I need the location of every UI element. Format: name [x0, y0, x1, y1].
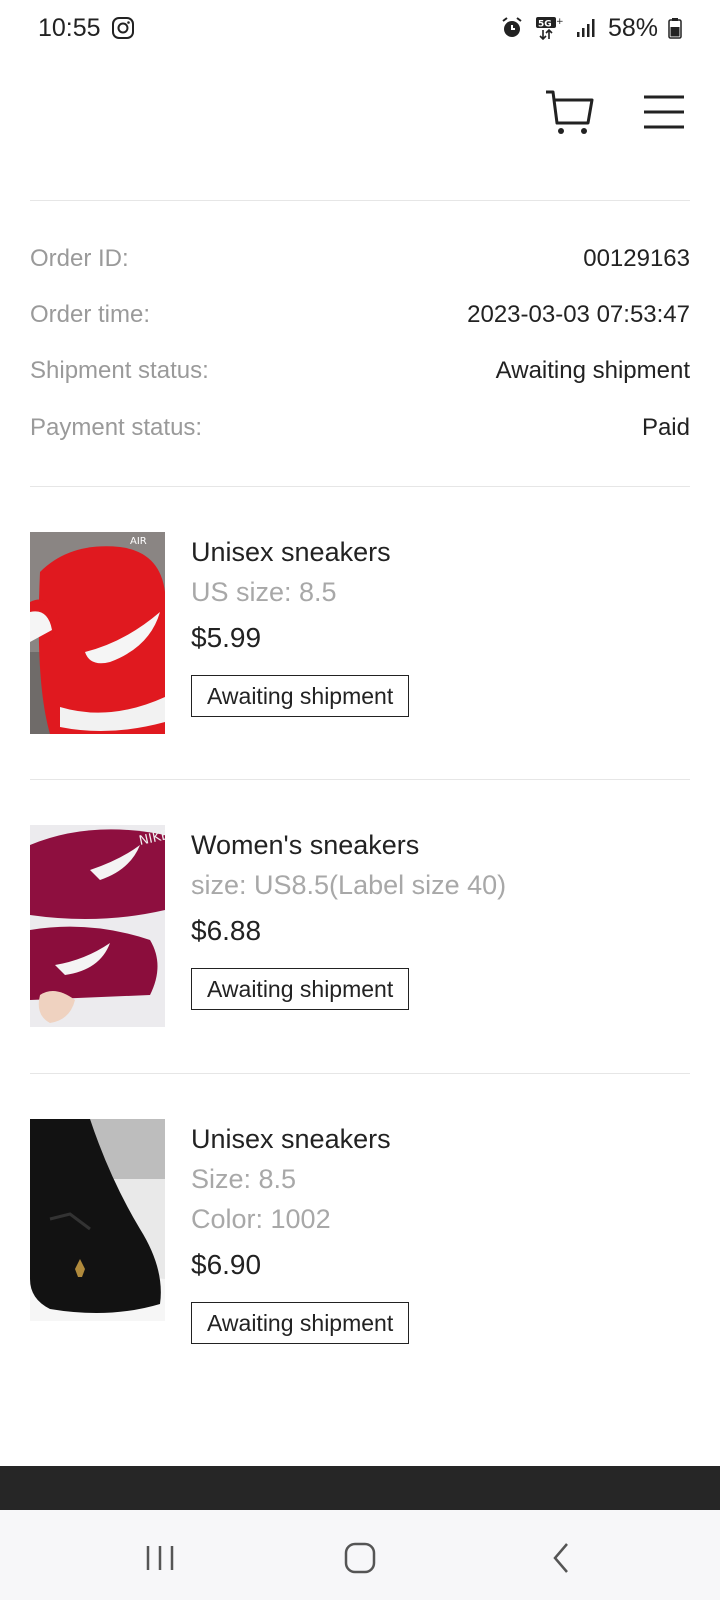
item-color: Color: 1002: [191, 1204, 331, 1234]
cart-icon: [546, 90, 594, 134]
svg-text:5G: 5G: [538, 20, 552, 30]
order-time-row: Order time: 2023-03-03 07:53:47: [30, 295, 690, 335]
5g-icon: 5G +: [534, 16, 564, 41]
order-item[interactable]: Unisex sneakers Size: 8.5 Color: 1002 $6…: [30, 1119, 690, 1369]
item-status-button[interactable]: Awaiting shipment: [191, 675, 410, 717]
page-footer: [0, 1466, 720, 1510]
black-sneaker-image[interactable]: [30, 1119, 165, 1321]
system-nav-bar: [0, 1510, 720, 1600]
back-icon: [553, 1543, 568, 1573]
app-header: [0, 70, 720, 160]
item-details: Unisex sneakers US size: 8.5 $5.99 Await…: [191, 532, 691, 717]
item-size: size: US8.5(Label size 40): [191, 870, 507, 900]
header-divider: [30, 200, 690, 201]
shipment-status-label: Shipment status:: [30, 357, 209, 384]
shipment-status-value: Awaiting shipment: [495, 357, 690, 384]
battery-icon: [668, 16, 682, 40]
order-item[interactable]: NIKE Women's sneakers size: US8.5(Label …: [30, 825, 690, 1035]
order-item[interactable]: AIR Unisex sneakers US size: 8.5 $5.99 A…: [30, 532, 690, 742]
item-details: Women's sneakers size: US8.5(Label size …: [191, 825, 691, 1010]
recent-apps-icon: [146, 1546, 174, 1570]
order-time-value: 2023-03-03 07:53:47: [467, 301, 690, 328]
back-button[interactable]: [543, 1540, 583, 1576]
item-name[interactable]: Unisex sneakers: [191, 1119, 691, 1159]
payment-status-label: Payment status:: [30, 414, 203, 441]
red-sneaker-image[interactable]: AIR: [30, 532, 165, 734]
home-icon: [344, 1542, 376, 1574]
order-time-label: Order time:: [30, 301, 151, 328]
item-size: US size: 8.5: [191, 577, 337, 607]
item-price: $6.90: [191, 1249, 262, 1280]
item-details: Unisex sneakers Size: 8.5 Color: 1002 $6…: [191, 1119, 691, 1344]
status-left: 10:55: [38, 14, 135, 43]
status-right: 5G + 58%: [500, 14, 682, 43]
recent-apps-button[interactable]: [140, 1540, 180, 1576]
payment-status-row: Payment status: Paid: [30, 408, 690, 448]
item-status-button[interactable]: Awaiting shipment: [191, 968, 410, 1010]
status-bar: 10:55 5G + 58%: [0, 0, 720, 56]
instagram-icon: [111, 16, 135, 40]
order-id-row: Order ID: 00129163: [30, 239, 690, 279]
cart-button[interactable]: [544, 88, 594, 138]
payment-status-value: Paid: [641, 414, 690, 441]
item-status-button[interactable]: Awaiting shipment: [191, 1302, 410, 1344]
menu-button[interactable]: [642, 94, 686, 130]
item-price: $5.99: [191, 622, 262, 653]
status-time: 10:55: [38, 13, 101, 42]
signal-icon: [574, 16, 598, 40]
shipment-status-row: Shipment status: Awaiting shipment: [30, 351, 690, 391]
menu-icon: [644, 95, 684, 129]
item-size: Size: 8.5: [191, 1164, 297, 1194]
item-name[interactable]: Unisex sneakers: [191, 532, 691, 572]
svg-text:+: +: [556, 17, 564, 27]
order-id-label: Order ID:: [30, 245, 129, 272]
info-divider: [30, 486, 690, 487]
order-id-value: 00129163: [583, 245, 690, 272]
item-divider: [30, 1073, 690, 1074]
svg-text:AIR: AIR: [130, 536, 147, 547]
alarm-icon: [500, 16, 524, 40]
home-button[interactable]: [340, 1540, 380, 1576]
item-divider: [30, 779, 690, 780]
item-price: $6.88: [191, 915, 262, 946]
burgundy-sneaker-image[interactable]: NIKE: [30, 825, 165, 1027]
battery-percent: 58%: [607, 13, 658, 42]
item-name[interactable]: Women's sneakers: [191, 825, 691, 865]
